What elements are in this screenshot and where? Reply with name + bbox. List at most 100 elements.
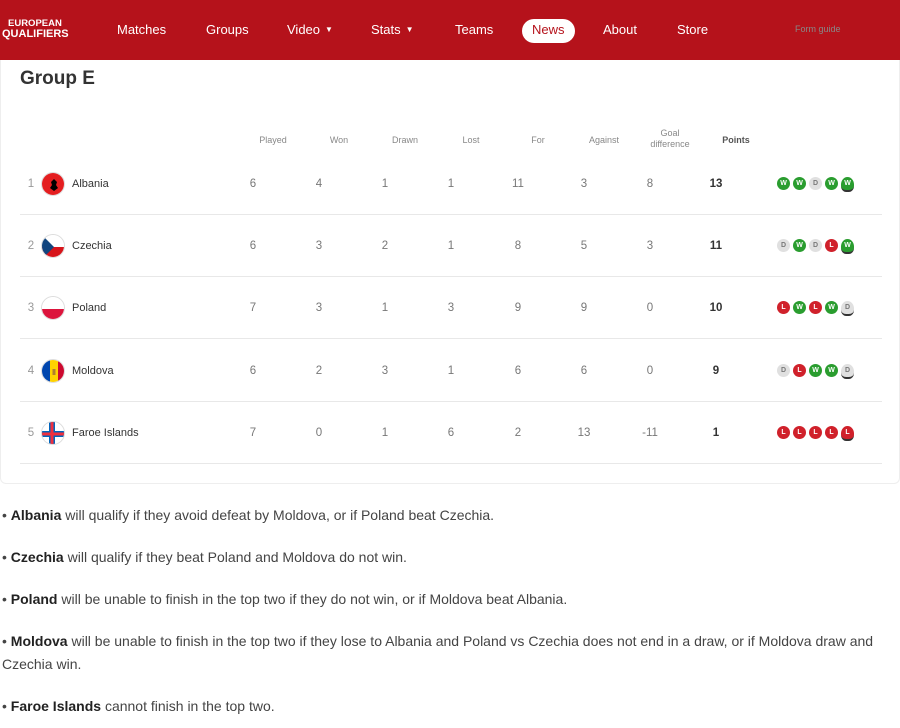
cell-against: 13: [577, 427, 591, 439]
form-result-badge[interactable]: L: [841, 426, 854, 441]
form-result-badge[interactable]: L: [777, 426, 790, 439]
team-name-link[interactable]: Moldova: [72, 340, 114, 402]
team-name-link[interactable]: Czechia: [72, 215, 112, 277]
nav-label: Matches: [117, 22, 167, 37]
header-lost: Lost: [462, 135, 480, 145]
form-result-badge[interactable]: L: [809, 301, 822, 314]
header-against: Against: [588, 135, 620, 145]
table-row[interactable]: 1 Albania 6 4 1 1 11 3 8 13 W W D W W: [20, 153, 882, 215]
nav-label: About: [603, 22, 637, 37]
team-name-link[interactable]: Albania: [72, 153, 109, 215]
cell-gd: 8: [646, 178, 654, 190]
nav-matches[interactable]: Matches: [117, 19, 166, 43]
form-result-badge[interactable]: L: [825, 426, 838, 439]
bullet: •: [2, 633, 7, 649]
nav-store[interactable]: Store: [677, 19, 708, 43]
cell-drawn: 1: [381, 178, 389, 190]
form-result-badge[interactable]: W: [825, 364, 838, 377]
form-result-badge[interactable]: L: [777, 301, 790, 314]
row-position: 4: [27, 365, 35, 377]
note-text: will be unable to finish in the top two …: [2, 633, 874, 672]
table-row[interactable]: 4 Moldova 6 2 3 1 6 6 0 9 D L W W D: [20, 340, 882, 402]
caret-down-icon: ▼: [325, 25, 333, 34]
cell-gd: 0: [646, 365, 654, 377]
form-result-badge[interactable]: W: [841, 239, 854, 254]
logo-line-2: QUALIFIERS: [2, 28, 69, 40]
bullet: •: [2, 549, 7, 565]
form-result-badge[interactable]: W: [825, 177, 838, 190]
cell-played: 6: [249, 178, 257, 190]
nav-stats[interactable]: Stats ▼: [371, 19, 414, 43]
cell-drawn: 3: [381, 365, 389, 377]
qualification-note: • Poland will be unable to finish in the…: [2, 588, 882, 611]
note-text: will qualify if they avoid defeat by Mol…: [61, 507, 495, 523]
form-guide: WWDWW: [777, 177, 857, 192]
form-result-badge[interactable]: D: [809, 177, 822, 190]
form-result-badge[interactable]: D: [841, 301, 854, 316]
form-guide: LLLLL: [777, 426, 857, 441]
form-result-badge[interactable]: L: [825, 239, 838, 252]
form-result-badge[interactable]: D: [841, 364, 854, 379]
qualification-note: • Moldova will be unable to finish in th…: [2, 630, 882, 676]
cell-against: 5: [580, 240, 588, 252]
form-result-badge[interactable]: W: [793, 239, 806, 252]
qualification-note: • Albania will qualify if they avoid def…: [2, 504, 882, 527]
row-position: 2: [27, 240, 35, 252]
form-result-badge[interactable]: L: [793, 426, 806, 439]
form-result-badge[interactable]: D: [777, 364, 790, 377]
poland-flag-icon: [41, 296, 65, 320]
team-name-link[interactable]: Faroe Islands: [72, 402, 139, 464]
cell-for: 6: [514, 365, 522, 377]
table-row[interactable]: 3 Poland 7 3 1 3 9 9 0 10 L W L W D: [20, 277, 882, 339]
nav-video[interactable]: Video ▼: [287, 19, 333, 43]
form-result-badge[interactable]: L: [793, 364, 806, 377]
group-title: Group E: [20, 68, 95, 89]
note-team-name: Poland: [10, 591, 58, 607]
cell-drawn: 2: [381, 240, 389, 252]
cell-lost: 1: [447, 365, 455, 377]
cell-lost: 1: [447, 178, 455, 190]
form-result-badge[interactable]: W: [793, 177, 806, 190]
cell-for: 2: [514, 427, 522, 439]
cell-gd: 0: [646, 302, 654, 314]
form-result-badge[interactable]: W: [809, 364, 822, 377]
note-team-name: Faroe Islands: [10, 698, 102, 714]
nav-teams[interactable]: Teams: [455, 19, 493, 43]
form-result-badge[interactable]: W: [793, 301, 806, 314]
nav-about[interactable]: About: [603, 19, 637, 43]
form-result-badge[interactable]: L: [809, 426, 822, 439]
bullet: •: [2, 591, 7, 607]
czechia-flag-icon: [41, 234, 65, 258]
caret-down-icon: ▼: [405, 25, 414, 34]
cell-for: 9: [514, 302, 522, 314]
header-drawn: Drawn: [391, 135, 418, 145]
header-goal-difference-line2: difference: [650, 139, 690, 149]
table-row[interactable]: 5 Faroe Islands 7 0 1 6 2 13 -11 1 L L L L L: [20, 402, 882, 464]
form-result-badge[interactable]: D: [777, 239, 790, 252]
cell-won: 0: [315, 427, 323, 439]
form-result-badge[interactable]: W: [825, 301, 838, 314]
cell-won: 3: [315, 302, 323, 314]
team-name-link[interactable]: Poland: [72, 277, 106, 339]
nav-news[interactable]: News: [522, 19, 575, 43]
note-team-name: Moldova: [10, 633, 68, 649]
cell-drawn: 1: [381, 427, 389, 439]
cell-points: 9: [712, 365, 720, 377]
cell-won: 4: [315, 178, 323, 190]
table-row[interactable]: 2 Czechia 6 3 2 1 8 5 3 11 D W D L W: [20, 215, 882, 277]
cell-lost: 1: [447, 240, 455, 252]
cell-drawn: 1: [381, 302, 389, 314]
cell-points: 13: [709, 178, 723, 190]
header-points: Points: [722, 135, 750, 145]
nav-label: News: [532, 22, 565, 37]
cell-played: 6: [249, 365, 257, 377]
form-result-badge[interactable]: W: [777, 177, 790, 190]
form-result-badge[interactable]: W: [841, 177, 854, 192]
header-played: Played: [259, 135, 287, 145]
header-form-guide: Form guide: [795, 24, 841, 34]
nav-groups[interactable]: Groups: [206, 19, 249, 43]
note-team-name: Albania: [10, 507, 62, 523]
note-team-name: Czechia: [10, 549, 64, 565]
form-result-badge[interactable]: D: [809, 239, 822, 252]
european-qualifiers-logo[interactable]: EUROPEAN QUALIFIERS: [2, 18, 72, 40]
